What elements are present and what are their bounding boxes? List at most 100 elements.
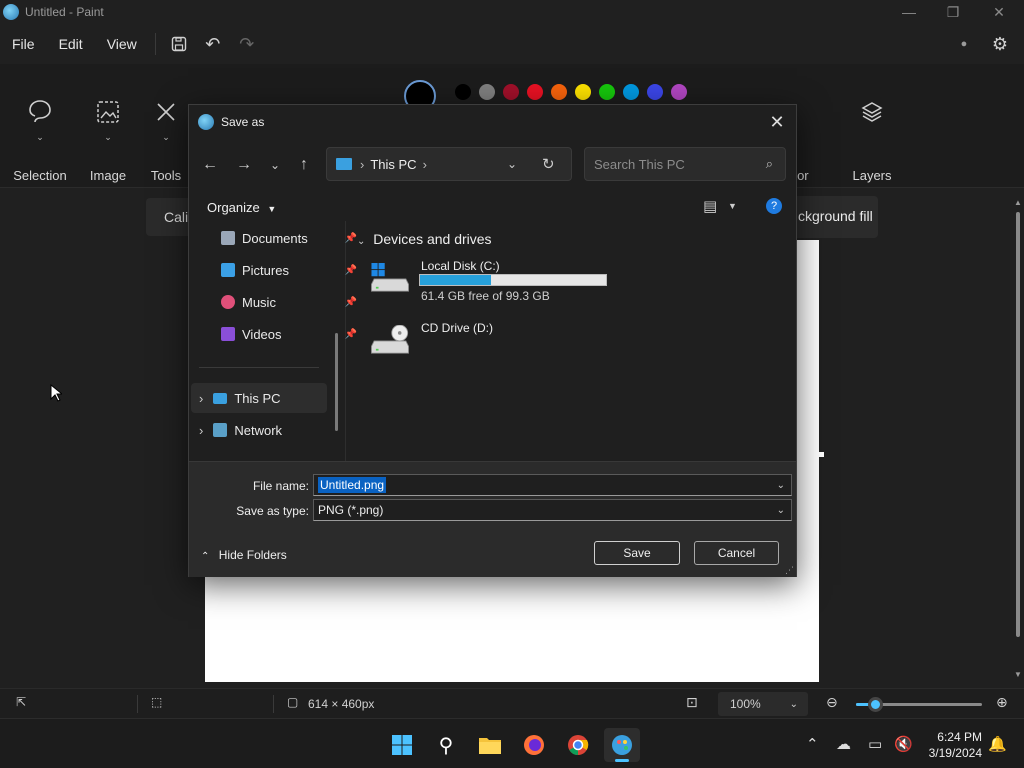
chevron-down-icon: ⌄ xyxy=(104,132,112,142)
ribbon-layers-label: Layers xyxy=(852,168,892,183)
menu-file[interactable]: File xyxy=(0,36,47,52)
scroll-thumb[interactable] xyxy=(1016,212,1020,637)
nav-item-videos[interactable]: Videos 📌 xyxy=(221,319,361,349)
image-icon xyxy=(78,92,138,132)
navigation-row: ← → ⌄ ↑ › This PC › ⌄ ↻ Search This PC ⌕ xyxy=(189,145,796,185)
nav-item-this-pc[interactable]: › This PC xyxy=(191,383,327,413)
file-name-field[interactable]: Untitled.png ⌄ xyxy=(313,474,792,496)
status-bar: ⇱ ⬚ ▢ 614 × 460px ⊡ 100% ⌄ ⊖ ⊕ xyxy=(0,688,1024,718)
firefox-icon[interactable] xyxy=(516,728,552,762)
nav-item-network[interactable]: › Network xyxy=(191,415,331,445)
nav-item-music[interactable]: Music 📌 xyxy=(221,287,361,317)
view-options-icon[interactable]: ▤ xyxy=(703,197,717,215)
address-bar[interactable]: › This PC › ⌄ ↻ xyxy=(326,147,572,181)
undo-icon[interactable]: ↶ xyxy=(196,29,230,59)
cd-drive-icon xyxy=(371,325,409,354)
expand-chevron-icon[interactable]: › xyxy=(199,391,203,406)
network-icon[interactable]: ▭ xyxy=(868,719,882,768)
breadcrumb-chevron-icon[interactable]: › xyxy=(423,157,427,172)
address-history-chevron-icon[interactable]: ⌄ xyxy=(507,157,517,171)
ribbon-selection[interactable]: ⌄ Selection xyxy=(10,92,70,183)
search-input[interactable]: Search This PC ⌕ xyxy=(584,147,786,181)
nav-item-pictures[interactable]: Pictures 📌 xyxy=(221,255,361,285)
zoom-slider[interactable] xyxy=(856,697,982,712)
nav-pane-scrollbar[interactable] xyxy=(335,333,338,431)
close-window-button[interactable]: ✕ xyxy=(976,0,1022,24)
recent-locations-chevron-icon[interactable]: ⌄ xyxy=(263,153,287,177)
forward-arrow-icon[interactable]: → xyxy=(232,153,256,177)
color-swatch[interactable] xyxy=(455,84,471,100)
color-swatch[interactable] xyxy=(503,84,519,100)
help-icon[interactable]: ? xyxy=(766,198,782,214)
start-button[interactable] xyxy=(384,728,420,762)
search-icon[interactable]: ⚲ xyxy=(428,728,464,762)
notifications-bell-icon[interactable]: 🔔 xyxy=(988,719,1007,768)
scroll-down-icon[interactable]: ▼ xyxy=(1014,670,1022,679)
resize-grip-icon[interactable]: ⋰ xyxy=(785,565,794,576)
save-button[interactable]: Save xyxy=(594,541,680,565)
fit-to-window-icon[interactable]: ⊡ xyxy=(686,694,698,711)
ribbon-tools-label: Tools xyxy=(150,168,182,183)
color-swatch[interactable] xyxy=(527,84,543,100)
chevron-down-icon[interactable]: ⌄ xyxy=(777,505,785,516)
color-swatch[interactable] xyxy=(479,84,495,100)
save-as-type-select[interactable]: PNG (*.png) ⌄ xyxy=(313,499,792,521)
expand-chevron-icon[interactable]: › xyxy=(199,423,203,438)
volume-muted-icon[interactable]: 🔇 xyxy=(894,719,913,768)
color-swatch[interactable] xyxy=(599,84,615,100)
minimize-button[interactable]: — xyxy=(886,0,932,24)
chevron-down-icon: ⌄ xyxy=(162,132,170,142)
chevron-down-icon[interactable]: ⌄ xyxy=(777,480,785,491)
save-icon[interactable] xyxy=(162,29,196,59)
nav-item-documents[interactable]: Documents 📌 xyxy=(221,223,361,253)
chrome-icon[interactable] xyxy=(560,728,596,762)
ribbon-layers[interactable]: Layers xyxy=(842,92,902,183)
zoom-out-icon[interactable]: ⊖ xyxy=(826,694,838,711)
nav-item-label: This PC xyxy=(234,390,281,406)
up-arrow-icon[interactable]: ↑ xyxy=(292,153,316,177)
color-swatch[interactable] xyxy=(647,84,663,100)
paint-taskbar-icon[interactable] xyxy=(604,728,640,762)
cancel-button[interactable]: Cancel xyxy=(694,541,779,565)
this-pc-icon xyxy=(213,392,228,404)
address-location[interactable]: This PC xyxy=(370,157,416,172)
save-as-type-label: Save as type: xyxy=(236,504,309,518)
organize-label: Organize xyxy=(207,200,260,215)
clock[interactable]: 6:24 PM 3/19/2024 xyxy=(918,729,982,761)
menu-view[interactable]: View xyxy=(95,36,149,52)
color-swatch[interactable] xyxy=(575,84,591,100)
vertical-scrollbar[interactable]: ▲ ▼ xyxy=(1014,198,1022,680)
color-swatch[interactable] xyxy=(623,84,639,100)
collapse-chevron-icon: ⌄ xyxy=(357,236,366,247)
scroll-up-icon[interactable]: ▲ xyxy=(1014,198,1022,207)
maximize-button[interactable]: ❐ xyxy=(930,0,976,24)
ribbon-tools[interactable]: ⌄ Tools xyxy=(136,92,196,183)
onedrive-icon[interactable]: ☁ xyxy=(836,719,851,768)
search-placeholder: Search This PC xyxy=(594,156,685,172)
settings-gear-icon[interactable]: ⚙ xyxy=(983,29,1017,59)
zoom-dropdown[interactable]: 100% ⌄ xyxy=(718,692,808,716)
organize-button[interactable]: Organize ▼ xyxy=(207,200,276,215)
menu-edit[interactable]: Edit xyxy=(47,36,95,52)
dialog-close-button[interactable]: ✕ xyxy=(764,109,790,135)
show-hidden-icons-chevron-up-icon[interactable]: ⌃ xyxy=(806,719,819,768)
paint-app-icon xyxy=(3,4,19,20)
file-list: ⌄ Devices and drives Local Disk (C:) 61.… xyxy=(349,221,797,461)
refresh-icon[interactable]: ↻ xyxy=(542,155,555,173)
zoom-slider-knob[interactable] xyxy=(867,697,883,712)
file-explorer-icon[interactable] xyxy=(472,728,508,762)
hide-folders-button[interactable]: ⌃ Hide Folders xyxy=(201,548,287,562)
group-header[interactable]: ⌄ Devices and drives xyxy=(357,231,492,247)
color-swatch[interactable] xyxy=(551,84,567,100)
redo-icon[interactable]: ↷ xyxy=(230,29,264,59)
zoom-in-icon[interactable]: ⊕ xyxy=(996,694,1008,711)
color-swatch[interactable] xyxy=(671,84,687,100)
account-icon[interactable]: ● xyxy=(947,29,981,59)
save-options-panel: File name: Untitled.png ⌄ Save as type: … xyxy=(189,461,796,577)
caret-down-icon[interactable]: ▼ xyxy=(728,201,737,211)
canvas-resize-handle[interactable] xyxy=(819,452,824,457)
file-name-value[interactable]: Untitled.png xyxy=(318,477,387,493)
selection-size-icon: ⬚ xyxy=(151,695,163,709)
back-arrow-icon[interactable]: ← xyxy=(198,153,222,177)
ribbon-image[interactable]: ⌄ Image xyxy=(78,92,138,183)
